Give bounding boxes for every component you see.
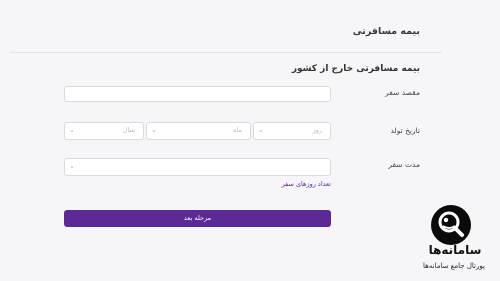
- next-step-button[interactable]: مرحله بعد: [64, 210, 331, 227]
- logo-name: سامانه‌ها: [428, 243, 482, 257]
- search-magnifier-icon: [438, 211, 464, 237]
- month-placeholder: ماه: [233, 126, 242, 134]
- birthdate-year-select[interactable]: سال ⌄: [64, 122, 144, 140]
- logo-tagline: پورتال جامع سامانه‌ها: [423, 262, 485, 270]
- birthdate-month-select[interactable]: ماه ⌄: [146, 122, 251, 140]
- chevron-down-icon: ⌄: [258, 126, 264, 134]
- logo-icon: [431, 205, 471, 245]
- birthdate-label: تاریخ تولد: [390, 126, 421, 135]
- divider: [10, 52, 442, 53]
- birthdate-day-select[interactable]: روز ⌄: [253, 122, 331, 140]
- duration-select[interactable]: ⌄: [64, 158, 331, 176]
- destination-label: مقصد سفر: [385, 88, 420, 97]
- chevron-down-icon: ⌄: [69, 162, 75, 170]
- day-placeholder: روز: [312, 126, 322, 134]
- destination-input[interactable]: [64, 86, 331, 102]
- chevron-down-icon: ⌄: [69, 126, 75, 134]
- page-title: بیمه مسافرتی: [352, 26, 420, 37]
- year-placeholder: سال: [122, 126, 135, 134]
- section-title: بیمه مسافرتی خارج از کشور: [291, 64, 420, 74]
- form-container: بیمه مسافرتی بیمه مسافرتی خارج از کشور م…: [0, 0, 500, 281]
- chevron-down-icon: ⌄: [151, 126, 157, 134]
- days-count-link[interactable]: تعداد روزهای سفر: [282, 180, 331, 188]
- duration-label: مدت سفر: [388, 160, 420, 169]
